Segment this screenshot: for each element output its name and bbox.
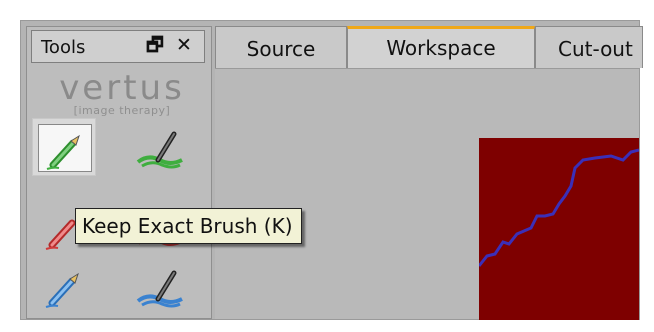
keep-exact-brush-button[interactable] [32,118,96,176]
tab-workspace[interactable]: Workspace [347,26,535,68]
brush-icon [136,270,183,308]
vertus-logo: vertus [image therapy] [47,71,197,117]
tools-panel-title: Tools [41,37,86,58]
tools-panel: Tools 🗗 ✕ vertus [image therapy] [26,26,212,319]
keep-brush-button[interactable] [128,118,192,176]
document-tabs-area: Source Workspace Cut-out [215,21,643,320]
pencil-icon [45,272,79,308]
brush-icon [136,131,183,169]
tab-cut-out[interactable]: Cut-out [535,26,643,68]
blue-exact-brush-button[interactable] [32,259,96,317]
blue-brush-button[interactable] [128,259,192,317]
logo-wordmark: vertus [59,68,185,108]
selection-stroke [477,148,640,267]
pencil-icon [46,134,80,170]
tools-panel-header: Tools 🗗 ✕ [31,30,205,63]
tab-source[interactable]: Source [215,26,347,68]
application-frame: Tools 🗗 ✕ vertus [image therapy] Source … [20,20,643,320]
restore-panel-icon[interactable]: 🗗 [146,36,164,55]
workspace-canvas[interactable] [215,68,640,320]
workspace-image[interactable] [477,138,640,320]
close-panel-icon[interactable]: ✕ [176,36,192,55]
tool-tooltip: Keep Exact Brush (K) [75,208,302,244]
